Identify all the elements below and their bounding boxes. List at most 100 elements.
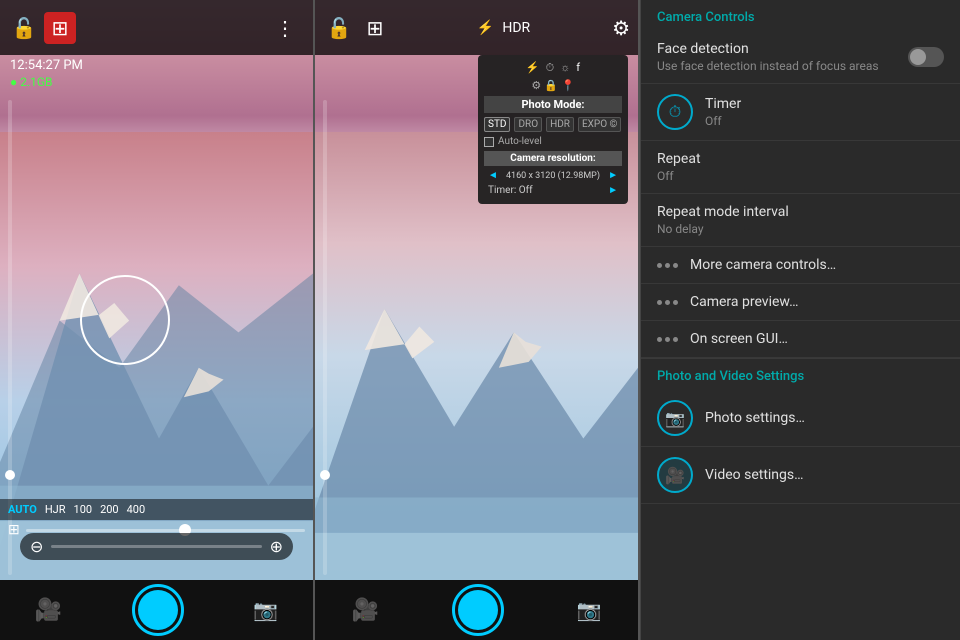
wb-mode-icon[interactable]: f <box>576 61 580 75</box>
flash-icon[interactable]: ⚡ <box>477 20 494 36</box>
photo-video-settings-title: Photo and Video Settings <box>641 358 960 390</box>
on-screen-dots <box>657 337 678 342</box>
repeat-interval-value: No delay <box>657 222 944 236</box>
capture-button-inner <box>138 590 178 630</box>
photo-settings-item[interactable]: 📷 Photo settings… <box>641 390 960 447</box>
repeat-interval-title: Repeat mode interval <box>657 204 944 220</box>
iso-100[interactable]: 100 <box>74 503 93 516</box>
zoom-out-icon[interactable]: ⊖ <box>30 537 43 556</box>
dot4 <box>657 300 662 305</box>
dropdown-header: Photo Mode: <box>484 96 622 113</box>
camera-preview-label[interactable]: Camera preview… <box>690 294 798 310</box>
dot7 <box>657 337 662 342</box>
more-camera-label[interactable]: More camera controls… <box>690 257 836 273</box>
dot9 <box>673 337 678 342</box>
auto-level-checkbox-row: Auto-level <box>484 136 622 147</box>
face-detection-sub: Use face detection instead of focus area… <box>657 59 896 73</box>
lock-icon-right: 🔓 <box>323 12 355 44</box>
more-options-icon[interactable]: ⋮ <box>269 12 301 44</box>
iso-bar: AUTO HJR 100 200 400 <box>0 499 313 520</box>
mode-dro[interactable]: DRO <box>514 117 542 132</box>
zoom-slider[interactable] <box>51 545 261 548</box>
timer-mode-icon[interactable]: ⏱ <box>546 61 555 75</box>
exposure-icon-red[interactable]: ⊞ <box>44 12 76 44</box>
timer-title: Timer <box>705 96 944 112</box>
top-icons-right: ⚡ HDR <box>477 20 530 36</box>
dropdown-modes: STD DRO HDR EXPO © <box>484 117 622 132</box>
mode-switch-button-right[interactable]: 📷 <box>577 598 602 622</box>
timer-icon: ⏱ <box>657 94 693 130</box>
iso-auto-label[interactable]: AUTO <box>8 503 37 516</box>
mode-switch-button[interactable]: 📷 <box>253 598 278 622</box>
lock-mini-icon[interactable]: 🔒 <box>544 79 558 92</box>
bottom-bar-left: 🎥 📷 <box>0 580 313 640</box>
repeat-item[interactable]: Repeat Off <box>641 141 960 194</box>
right-phone-panel: 🔓 ⊞ ⚡ HDR ⚙ ⚡ ⏱ ☼ f ⚙ 🔒 📍 Photo Mode: ST… <box>315 0 640 640</box>
flash-mode-icon[interactable]: ⚡ <box>526 61 540 75</box>
settings-mini-icon[interactable]: ⚙ <box>531 79 541 92</box>
video-button[interactable]: 🎥 <box>35 598 62 623</box>
photo-mode-dropdown: ⚡ ⏱ ☼ f ⚙ 🔒 📍 Photo Mode: STD DRO HDR EX… <box>478 55 628 204</box>
repeat-title: Repeat <box>657 151 944 167</box>
video-settings-item[interactable]: 🎥 Video settings… <box>641 447 960 504</box>
dot2 <box>665 263 670 268</box>
exposure-icon-right[interactable]: ⊞ <box>359 12 391 44</box>
repeat-interval-item[interactable]: Repeat mode interval No delay <box>641 194 960 247</box>
timer-item[interactable]: ⏱ Timer Off <box>641 84 960 141</box>
focus-circle[interactable] <box>80 275 170 365</box>
capture-button[interactable] <box>132 584 184 636</box>
zoom-in-icon[interactable]: ⊕ <box>270 537 283 556</box>
face-detection-text: Face detection Use face detection instea… <box>657 41 896 73</box>
camera-controls-title: Camera Controls <box>641 0 960 31</box>
resolution-row[interactable]: ◄ 4160 x 3120 (12.98MP) ► <box>484 168 622 183</box>
dot5 <box>665 300 670 305</box>
hdr-mode-icon[interactable]: ☼ <box>560 61 570 75</box>
mode-hdr[interactable]: HDR <box>546 117 574 132</box>
vertical-slider-thumb <box>5 470 15 480</box>
more-camera-dots <box>657 263 678 268</box>
timer-text: Timer Off <box>705 96 944 128</box>
camera-preview-item[interactable]: Camera preview… <box>641 284 960 321</box>
timer-value: Off <box>705 114 944 128</box>
more-camera-item[interactable]: More camera controls… <box>641 247 960 284</box>
auto-level-checkbox[interactable] <box>484 137 494 147</box>
storage-display: ● 2.1GB <box>10 75 53 89</box>
repeat-value: Off <box>657 169 944 183</box>
on-screen-gui-label[interactable]: On screen GUI… <box>690 331 788 347</box>
face-detection-toggle[interactable] <box>908 47 944 67</box>
photo-settings-icon: 📷 <box>657 400 693 436</box>
mode-std[interactable]: STD <box>484 117 510 132</box>
photo-settings-label[interactable]: Photo settings… <box>705 410 805 426</box>
exposure-adjust-icon: ⊞ <box>8 522 20 538</box>
video-settings-icon: 🎥 <box>657 457 693 493</box>
dot1 <box>657 263 662 268</box>
settings-panel: Camera Controls Face detection Use face … <box>640 0 960 640</box>
capture-button-right[interactable] <box>452 584 504 636</box>
time-display: 12:54:27 PM <box>10 58 83 73</box>
video-settings-label[interactable]: Video settings… <box>705 467 804 483</box>
timer-arrow-icon: ► <box>608 185 618 196</box>
exposure-slider[interactable] <box>26 529 305 532</box>
geo-mini-icon[interactable]: 📍 <box>561 79 575 92</box>
face-detection-title: Face detection <box>657 41 896 57</box>
dot3 <box>673 263 678 268</box>
dot6 <box>673 300 678 305</box>
mode-expo[interactable]: EXPO © <box>578 117 621 132</box>
hdr-icon[interactable]: HDR <box>502 20 530 36</box>
iso-200[interactable]: 200 <box>100 503 119 516</box>
repeat-text: Repeat Off <box>657 151 944 183</box>
iso-hjr[interactable]: HJR <box>45 503 66 516</box>
bottom-bar-right: 🎥 📷 <box>315 580 638 640</box>
timer-row[interactable]: Timer: Off ► <box>484 183 622 198</box>
zoom-bar[interactable]: ⊖ ⊕ <box>20 533 293 560</box>
gear-settings-icon[interactable]: ⚙ <box>612 16 630 40</box>
on-screen-gui-item[interactable]: On screen GUI… <box>641 321 960 358</box>
top-bar-left: 🔓 ⊞ ⋮ <box>0 0 313 55</box>
arrow-left-icon: ◄ <box>488 170 498 181</box>
face-detection-item[interactable]: Face detection Use face detection instea… <box>641 31 960 84</box>
iso-400[interactable]: 400 <box>127 503 146 516</box>
vertical-slider-right[interactable] <box>323 100 327 575</box>
video-button-right[interactable]: 🎥 <box>351 598 378 623</box>
left-phone-panel: 🔓 ⊞ ⋮ 12:54:27 PM ● 2.1GB AUTO HJR 100 2… <box>0 0 315 640</box>
dot8 <box>665 337 670 342</box>
